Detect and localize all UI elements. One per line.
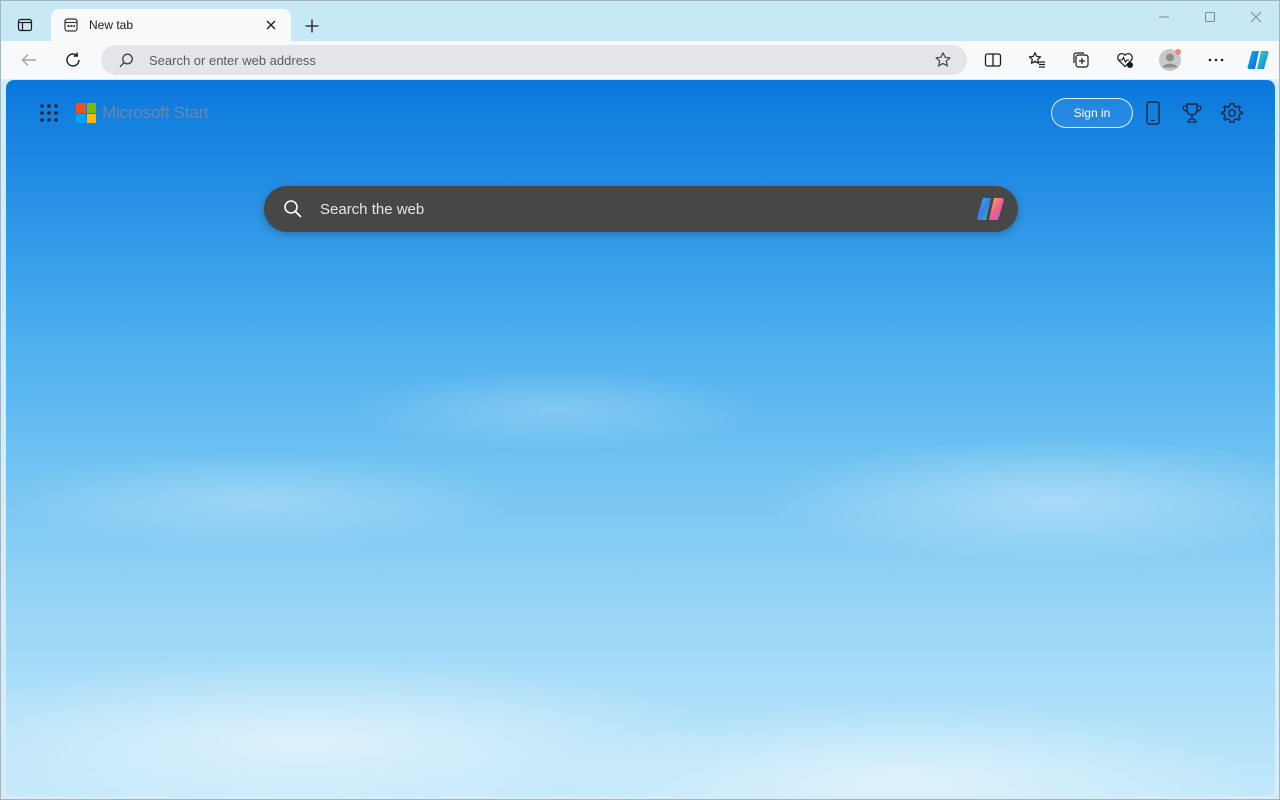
refresh-button[interactable] — [59, 46, 87, 74]
profile-avatar-icon — [1159, 49, 1181, 71]
tab-actions-icon — [17, 18, 33, 32]
copilot-icon — [1247, 51, 1269, 69]
refresh-icon — [66, 52, 80, 67]
browser-essentials-button[interactable] — [1111, 46, 1139, 74]
more-button[interactable] — [1202, 46, 1230, 74]
heart-pulse-icon — [1117, 53, 1133, 68]
close-window-button[interactable] — [1233, 1, 1279, 33]
copilot-icon[interactable] — [974, 192, 1008, 226]
maximize-button[interactable] — [1187, 1, 1233, 33]
sign-in-button[interactable]: Sign in — [1051, 98, 1133, 128]
back-button[interactable] — [15, 46, 43, 74]
tab-actions-button[interactable] — [9, 9, 41, 41]
collections-button[interactable] — [1067, 46, 1095, 74]
star-icon[interactable] — [931, 48, 955, 72]
window-controls — [1141, 1, 1279, 33]
new-tab-page-icon — [63, 17, 79, 33]
new-tab-button[interactable] — [299, 13, 325, 39]
gear-icon — [1221, 102, 1243, 123]
web-search-box[interactable] — [264, 186, 1018, 232]
back-arrow-icon — [21, 54, 36, 66]
favorites-button[interactable] — [1023, 46, 1051, 74]
browser-window: New tab Search or enter web address Micr… — [0, 0, 1280, 800]
close-window-icon — [1250, 11, 1262, 23]
microsoft-logo-icon — [76, 103, 96, 123]
rewards-button[interactable] — [1178, 99, 1206, 127]
split-screen-button[interactable] — [979, 46, 1007, 74]
close-icon[interactable] — [261, 15, 281, 35]
address-input[interactable] — [149, 52, 931, 68]
minimize-icon — [1159, 16, 1169, 18]
web-search-input[interactable] — [320, 200, 974, 218]
search-icon — [117, 51, 135, 69]
phone-button[interactable] — [1139, 99, 1167, 127]
profile-button[interactable] — [1156, 46, 1184, 74]
favorites-icon — [1028, 52, 1045, 68]
settings-button[interactable] — [1218, 99, 1246, 127]
brand-name: Microsoft Start — [102, 103, 209, 122]
phone-icon — [1146, 101, 1160, 125]
microsoft-start-logo[interactable]: Microsoft Start — [76, 102, 209, 124]
search-icon — [282, 198, 304, 220]
minimize-button[interactable] — [1141, 1, 1187, 33]
app-launcher-icon — [40, 104, 58, 122]
tab-title: New tab — [89, 18, 134, 32]
address-bar[interactable] — [101, 45, 967, 75]
app-launcher-button[interactable] — [36, 100, 62, 126]
tab-new-tab[interactable]: New tab — [51, 9, 291, 41]
copilot-button[interactable] — [1244, 46, 1272, 74]
collections-icon — [1073, 52, 1089, 68]
more-icon — [1208, 58, 1224, 62]
title-bar: New tab — [1, 1, 1279, 41]
maximize-icon — [1205, 12, 1215, 22]
rewards-trophy-icon — [1182, 103, 1202, 123]
plus-icon — [305, 19, 319, 33]
new-tab-page: Microsoft Start Sign in — [6, 80, 1275, 796]
browser-toolbar — [1, 41, 1279, 79]
split-screen-icon — [984, 53, 1002, 67]
